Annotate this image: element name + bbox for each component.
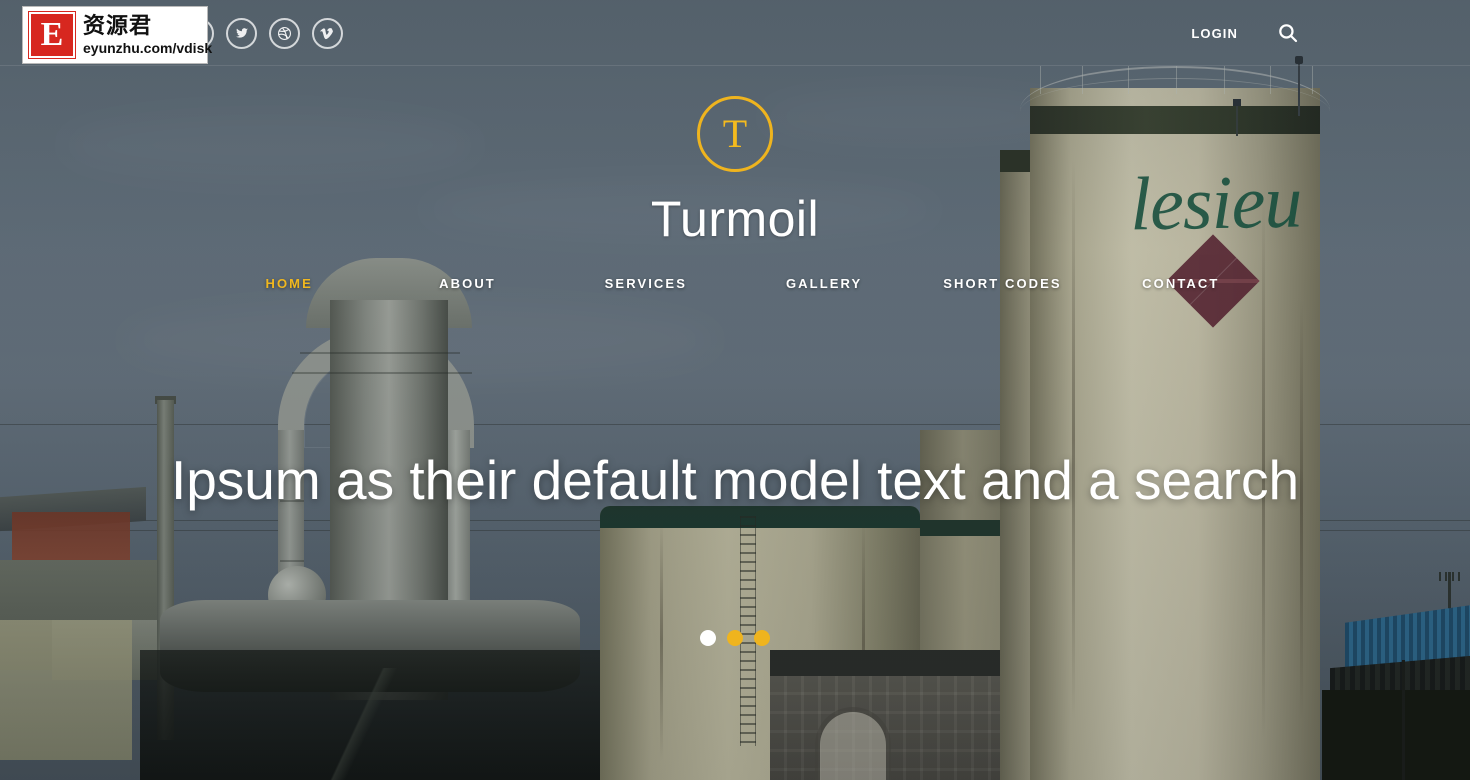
slider-dot-1[interactable] (700, 630, 716, 646)
watermark-url: eyunzhu.com/vdisk (83, 39, 213, 56)
site-brand: T Turmoil (0, 96, 1470, 248)
top-bar-right: LOGIN (1191, 21, 1300, 45)
dribbble-icon[interactable] (269, 17, 300, 49)
vimeo-icon[interactable] (312, 17, 343, 49)
nav-item-home[interactable]: HOME (200, 276, 378, 291)
twitter-icon[interactable] (226, 17, 257, 49)
nav-item-services[interactable]: SERVICES (557, 276, 735, 291)
top-bar: LOGIN (0, 0, 1470, 66)
logo-letter: T (722, 111, 748, 156)
watermark-logo: E (29, 12, 75, 58)
watermark-overlay: E 资源君 eyunzhu.com/vdisk (22, 6, 212, 64)
slider-pagination (0, 630, 1470, 646)
nav-item-short-codes[interactable]: SHORT CODES (913, 276, 1091, 291)
search-icon[interactable] (1276, 21, 1300, 45)
watermark-title: 资源君 (83, 13, 153, 39)
logo-mark[interactable]: T (697, 96, 773, 172)
nav-item-gallery[interactable]: GALLERY (735, 276, 913, 291)
slider-dot-3[interactable] (754, 630, 770, 646)
site-title: Turmoil (650, 191, 820, 247)
hero-section: Ipsum as their default model text and a … (0, 448, 1470, 512)
slider-dot-2[interactable] (727, 630, 743, 646)
nav-item-about[interactable]: ABOUT (378, 276, 556, 291)
nav-item-contact[interactable]: CONTACT (1092, 276, 1270, 291)
hero-headline: Ipsum as their default model text and a … (170, 449, 1300, 511)
login-link[interactable]: LOGIN (1191, 26, 1238, 41)
main-navigation: HOME ABOUT SERVICES GALLERY SHORT CODES … (0, 276, 1470, 291)
